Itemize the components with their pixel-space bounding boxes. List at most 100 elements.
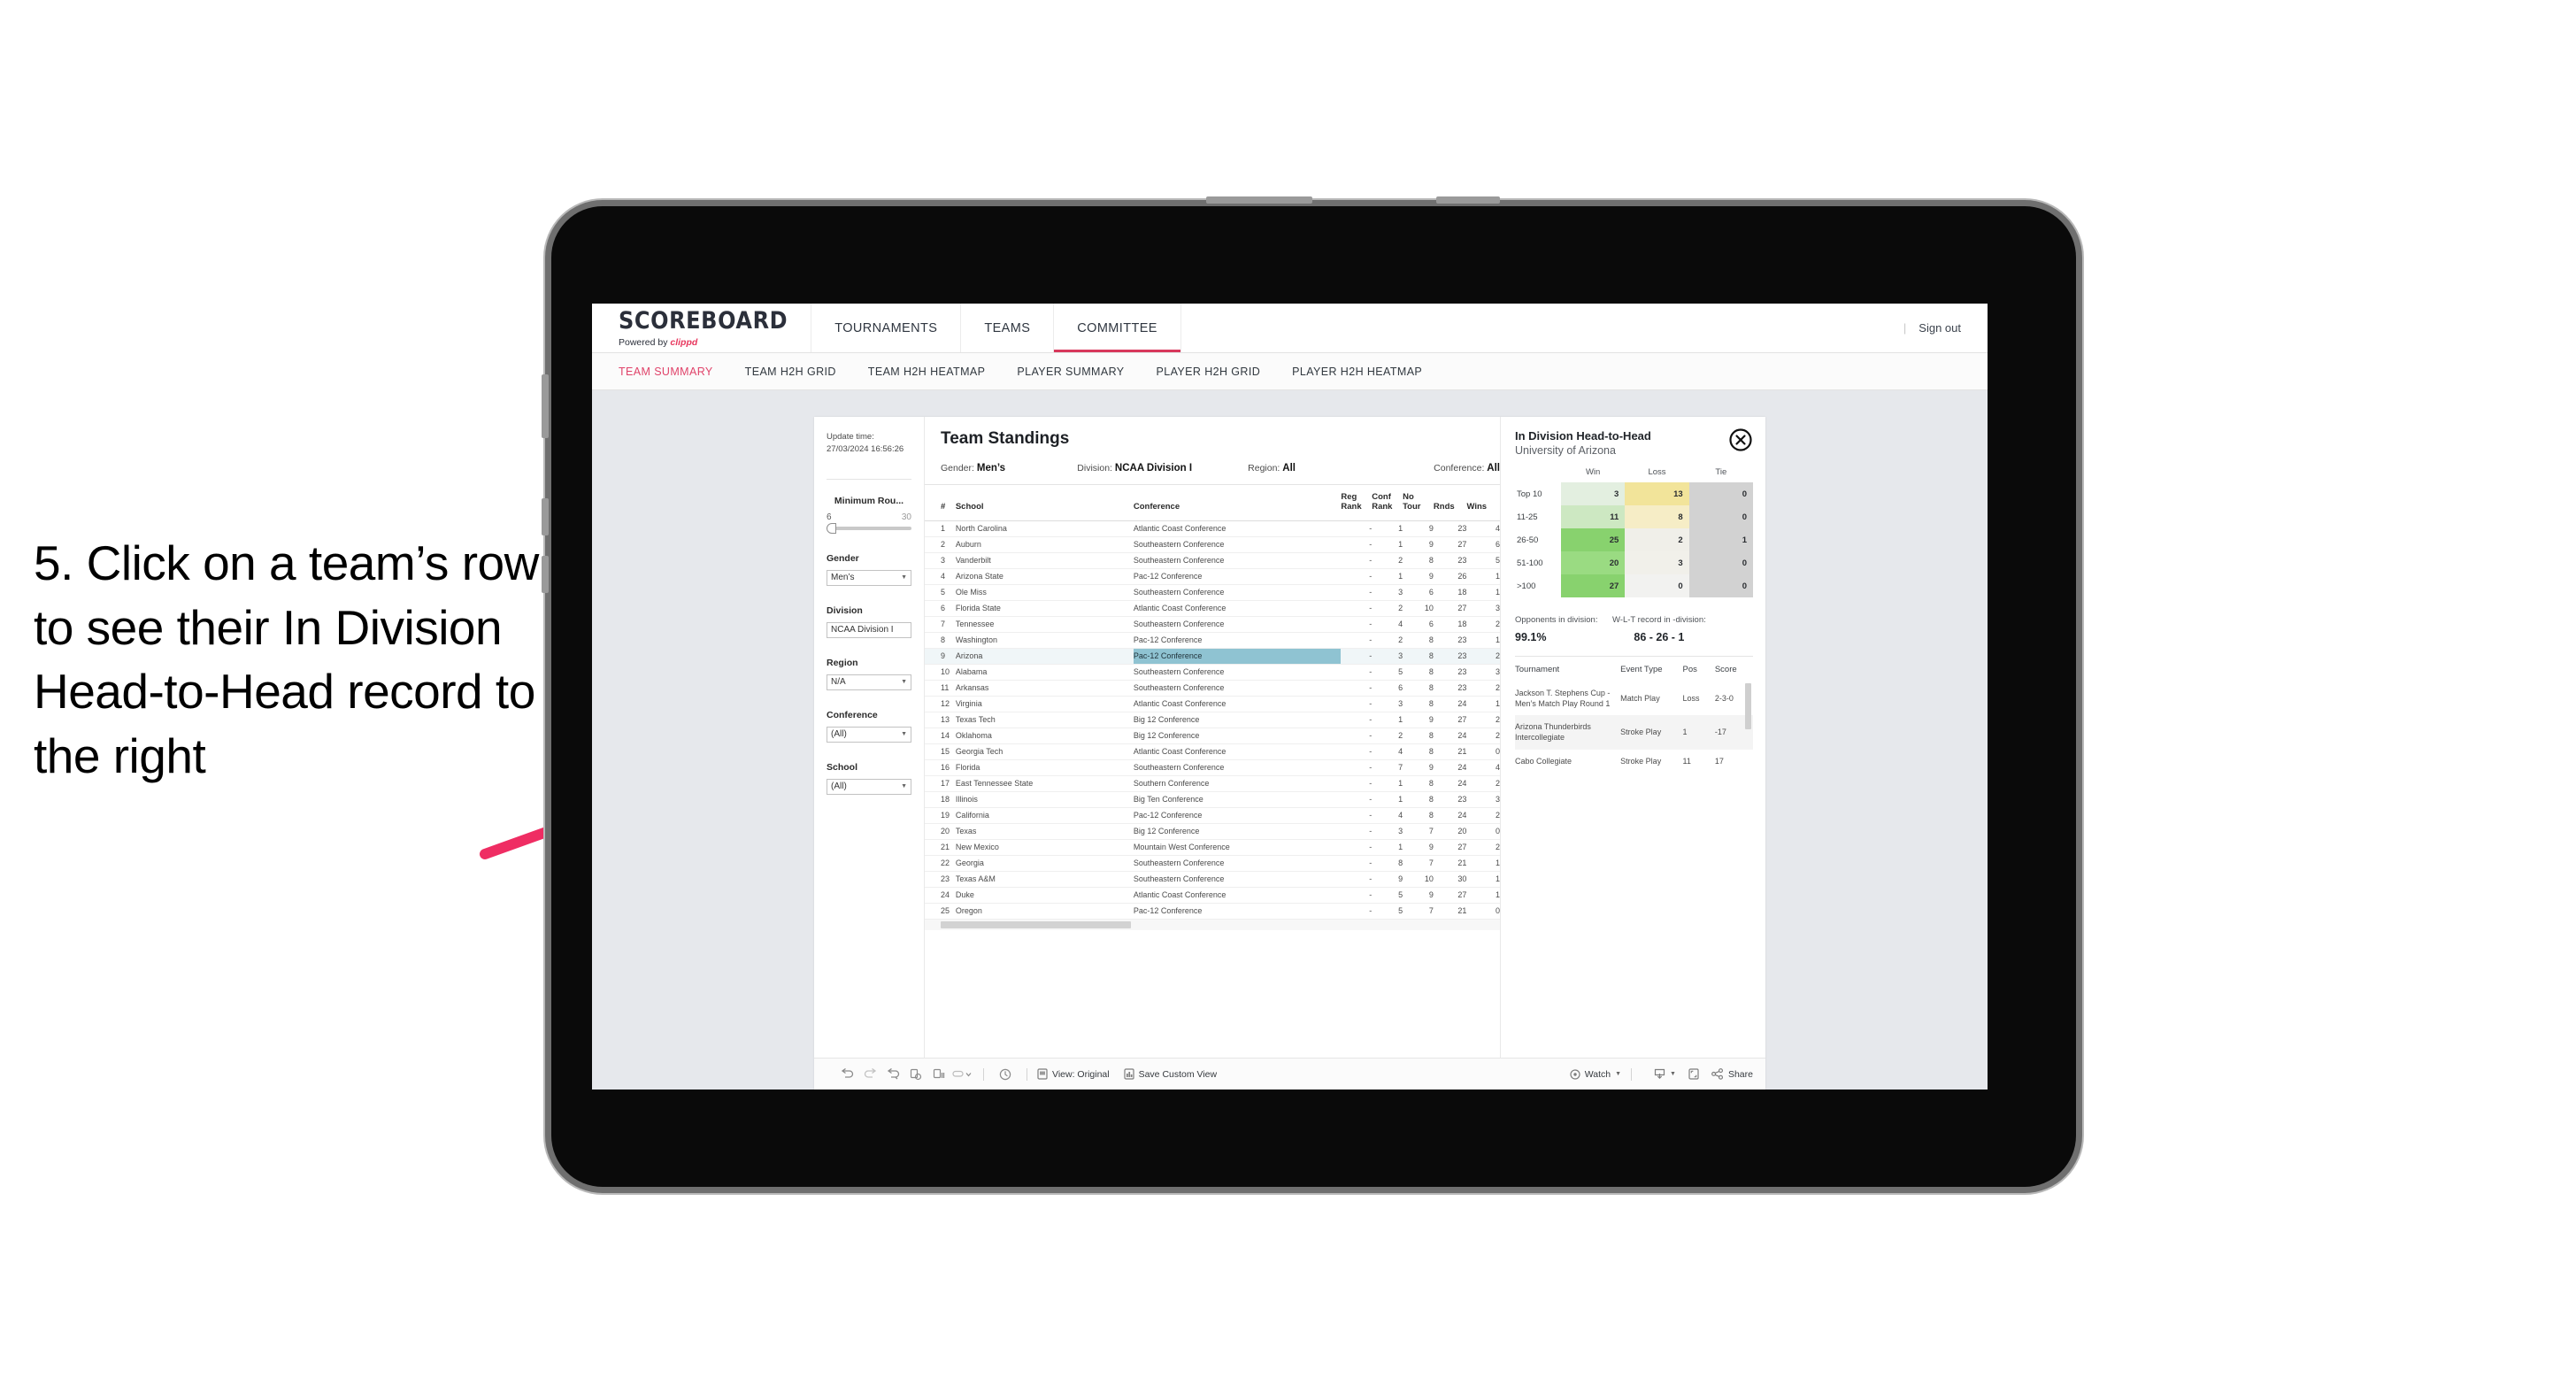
list-item[interactable]: Arizona Thunderbirds Intercollegiate Stro…: [1515, 715, 1753, 750]
download-button[interactable]: ▼: [1654, 1068, 1676, 1080]
cell-rank: 14: [925, 728, 956, 744]
col-no-tour[interactable]: No Tour: [1403, 485, 1434, 521]
signout-link[interactable]: Sign out: [1919, 321, 1961, 335]
h2h-cell-loss: 8: [1625, 505, 1689, 528]
cell-rnds: 18: [1433, 584, 1467, 601]
table-row[interactable]: 21 New Mexico Mountain West Conference -1 9 2…: [925, 839, 1500, 856]
undo-icon[interactable]: [835, 1068, 858, 1080]
table-row[interactable]: 7 Tennessee Southeastern Conference -4 6 18 2: [925, 616, 1500, 633]
conference-select[interactable]: (All) ▼: [827, 726, 911, 743]
table-row[interactable]: 4 Arizona State Pac-12 Conference -1 9 26 1: [925, 568, 1500, 585]
table-row[interactable]: 22 Georgia Southeastern Conference -8 7 21 1: [925, 855, 1500, 872]
view-original-label: View: Original: [1052, 1068, 1110, 1080]
table-row[interactable]: 19 California Pac-12 Conference -4 8 24 2: [925, 807, 1500, 824]
nav-tab-teams[interactable]: TEAMS: [961, 304, 1055, 352]
col-reg-rank[interactable]: Reg Rank: [1341, 485, 1373, 521]
cell-conference: Southeastern Conference: [1133, 855, 1342, 872]
save-custom-view-button[interactable]: Save Custom View: [1123, 1068, 1217, 1080]
region-select[interactable]: N/A ▼: [827, 674, 911, 690]
list-item[interactable]: Cabo Collegiate Stroke Play 11 17: [1515, 750, 1753, 773]
table-row[interactable]: 3 Vanderbilt Southeastern Conference -2 8 23 5: [925, 552, 1500, 569]
table-row[interactable]: 18 Illinois Big Ten Conference -1 8 23 3: [925, 791, 1500, 808]
cell-rnds: 23: [1433, 648, 1467, 665]
table-row[interactable]: 16 Florida Southeastern Conference -7 9 24 4: [925, 759, 1500, 776]
revert-icon[interactable]: [881, 1068, 904, 1080]
share-button[interactable]: Share: [1711, 1068, 1753, 1080]
table-horizontal-scrollbar[interactable]: [925, 919, 1500, 930]
table-row[interactable]: 8 Washington Pac-12 Conference -2 8 23 1: [925, 632, 1500, 649]
cell-reg-rank: -: [1341, 680, 1373, 697]
table-row[interactable]: 23 Texas A&M Southeastern Conference -9 10 30…: [925, 871, 1500, 888]
table-row[interactable]: 20 Texas Big 12 Conference -3 7 20 0: [925, 823, 1500, 840]
scrollbar-thumb[interactable]: [941, 920, 1131, 928]
table-row[interactable]: 14 Oklahoma Big 12 Conference -2 8 24 2: [925, 728, 1500, 744]
applied-filters-row: Gender: Men’s Division: NCAA Division I …: [941, 463, 1500, 484]
table-row[interactable]: 2 Auburn Southeastern Conference -1 9 27 6: [925, 536, 1500, 553]
refresh-data-icon[interactable]: [904, 1068, 927, 1081]
col-rank[interactable]: #: [925, 485, 956, 521]
table-row[interactable]: 1 North Carolina Atlantic Coast Conference…: [925, 520, 1500, 537]
brand-logo[interactable]: SCOREBOARD Powered by clippd: [592, 304, 812, 352]
col-school[interactable]: School: [955, 485, 1134, 521]
tcol-score[interactable]: Score: [1715, 657, 1753, 681]
table-row[interactable]: 6 Florida State Atlantic Coast Conference -…: [925, 600, 1500, 617]
col-wins[interactable]: Wins: [1466, 485, 1500, 521]
subtab-team-h2h-grid[interactable]: TEAM H2H GRID: [745, 366, 856, 378]
col-conference[interactable]: Conference: [1133, 485, 1342, 521]
pause-updates-icon[interactable]: [927, 1068, 950, 1081]
table-row[interactable]: 15 Georgia Tech Atlantic Coast Conference -…: [925, 743, 1500, 760]
cell-school: Auburn: [955, 536, 1134, 553]
cell-conf-rank: 3: [1372, 823, 1403, 840]
cell-conf-rank: 2: [1372, 632, 1403, 649]
col-rnds[interactable]: Rnds: [1433, 485, 1467, 521]
gender-select[interactable]: Men’s ▼: [827, 569, 911, 586]
cell-rank: 9: [925, 648, 956, 665]
chevron-down-icon: ▼: [901, 679, 907, 686]
list-item[interactable]: Jackson T. Stephens Cup - Men’s Match Pl…: [1515, 681, 1753, 715]
slider-handle[interactable]: [827, 522, 836, 534]
tcol-pos[interactable]: Pos: [1683, 657, 1715, 681]
subtab-player-h2h-heatmap[interactable]: PLAYER H2H HEATMAP: [1292, 366, 1442, 378]
table-row[interactable]: 9 Arizona Pac-12 Conference -3 8 23 2: [925, 648, 1500, 665]
cell-wins: 6: [1466, 536, 1500, 553]
h2h-bucket-label: 26-50: [1515, 528, 1561, 551]
applied-region-value: All: [1282, 463, 1296, 474]
tcol-tournament[interactable]: Tournament: [1515, 657, 1620, 681]
cell-rnds: 21: [1433, 903, 1467, 920]
fullscreen-button[interactable]: [1688, 1068, 1699, 1080]
filter-conference: Conference (All) ▼: [827, 710, 911, 743]
school-select[interactable]: (All) ▼: [827, 778, 911, 795]
subtab-team-summary[interactable]: TEAM SUMMARY: [619, 366, 733, 378]
subtab-team-h2h-heatmap[interactable]: TEAM H2H HEATMAP: [868, 366, 1005, 378]
redo-icon[interactable]: [858, 1068, 881, 1080]
division-select[interactable]: NCAA Division I: [827, 621, 911, 638]
table-row[interactable]: 13 Texas Tech Big 12 Conference -1 9 27 2: [925, 712, 1500, 728]
table-row[interactable]: 10 Alabama Southeastern Conference -5 8 23 3: [925, 664, 1500, 681]
alerts-dropdown-icon[interactable]: [950, 1069, 973, 1080]
subtab-player-h2h-grid[interactable]: PLAYER H2H GRID: [1157, 366, 1280, 378]
view-original-button[interactable]: View: Original: [1037, 1068, 1110, 1080]
table-row[interactable]: 5 Ole Miss Southeastern Conference -3 6 18 1: [925, 584, 1500, 601]
nav-tab-tournaments[interactable]: TOURNAMENTS: [811, 304, 962, 352]
cell-rank: 24: [925, 887, 956, 904]
cell-reg-rank: -: [1341, 887, 1373, 904]
cell-no-tour: 9: [1403, 839, 1434, 856]
watch-button[interactable]: Watch ▼: [1570, 1069, 1621, 1080]
filter-min-rounds-label: Minimum Rou...: [834, 495, 904, 506]
standings-header-row: # School Conference Reg Rank Conf Rank N…: [925, 485, 1500, 521]
table-row[interactable]: 12 Virginia Atlantic Coast Conference -3 8 24…: [925, 696, 1500, 712]
table-row[interactable]: 11 Arkansas Southeastern Conference -6 8 23 2: [925, 680, 1500, 697]
nav-tab-committee[interactable]: COMMITTEE: [1054, 304, 1181, 352]
close-circle-icon[interactable]: [1728, 427, 1753, 452]
device-rotate-icon[interactable]: [994, 1068, 1017, 1081]
subtab-player-summary[interactable]: PLAYER SUMMARY: [1017, 366, 1143, 378]
min-rounds-slider[interactable]: [827, 522, 911, 534]
cell-school: Texas A&M: [955, 871, 1134, 888]
cell-rnds: 23: [1433, 552, 1467, 569]
table-row[interactable]: 25 Oregon Pac-12 Conference -5 7 21 0: [925, 903, 1500, 920]
table-row[interactable]: 24 Duke Atlantic Coast Conference -5 9 27 1: [925, 887, 1500, 904]
col-conf-rank[interactable]: Conf Rank: [1372, 485, 1403, 521]
tournaments-scrollbar[interactable]: [1745, 683, 1751, 729]
table-row[interactable]: 17 East Tennessee State Southern Conferenc…: [925, 775, 1500, 792]
tcol-event-type[interactable]: Event Type: [1620, 657, 1682, 681]
